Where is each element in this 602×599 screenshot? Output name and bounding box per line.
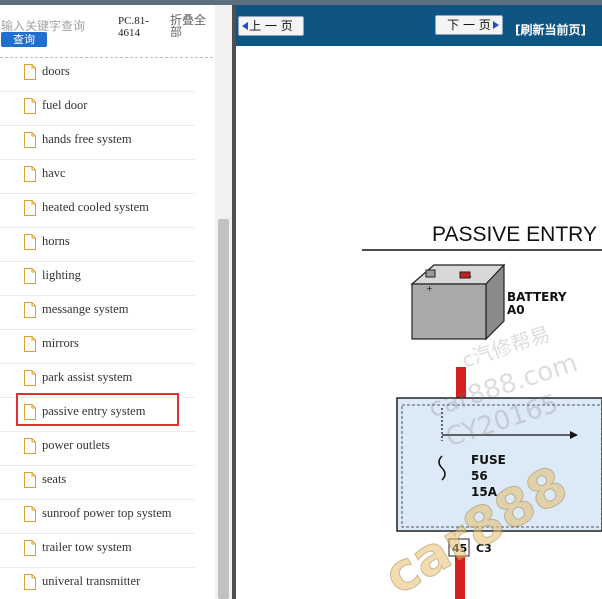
document-icon (24, 540, 36, 556)
document-icon (24, 404, 36, 420)
fuse-label: FUSE (471, 453, 506, 467)
document-icon (24, 506, 36, 522)
battery-id: A0 (507, 303, 525, 317)
prev-page-label: 上 一 页 (249, 19, 293, 33)
next-page-button[interactable]: 下 一 页 (435, 15, 503, 35)
document-icon (24, 98, 36, 114)
tree-item[interactable]: park assist system (0, 364, 195, 398)
connector-pin: 45 (452, 542, 468, 555)
document-icon (24, 268, 36, 284)
tree-item-label: mirrors (42, 336, 79, 350)
tree-item[interactable]: heated cooled system (0, 194, 195, 228)
tree-item[interactable]: horns (0, 228, 195, 262)
tree-item[interactable]: fuel door (0, 92, 195, 126)
tree-item[interactable]: seats (0, 466, 195, 500)
svg-text:-: - (469, 272, 472, 281)
document-icon (24, 438, 36, 454)
document-icon (24, 370, 36, 386)
tree-item-label: seats (42, 472, 67, 486)
document-icon (24, 234, 36, 250)
document-icon (24, 166, 36, 182)
tree-item-label: hands free system (42, 132, 132, 146)
tree-item-label: passive entry system (42, 404, 146, 418)
svg-text:+: + (426, 284, 433, 293)
tree-item[interactable]: messange system (0, 296, 195, 330)
document-tree: doors fuel door hands free system havc heate… (0, 58, 215, 599)
document-code: PC.81-4614 (118, 15, 149, 39)
tree-item-label: lighting (42, 268, 81, 282)
tree-item[interactable]: havc (0, 160, 195, 194)
tree-item-label: univeral transmitter (42, 574, 141, 588)
document-icon (24, 302, 36, 318)
wiring-diagram: + - PASSIVE ENTRY BATTERY A0 FUSE 56 15A… (236, 46, 602, 599)
left-arrow-icon (242, 22, 248, 30)
tree-item[interactable]: trailer tow system (0, 534, 195, 568)
document-icon (24, 574, 36, 590)
tree-item[interactable]: doors (0, 58, 195, 92)
fuse-rating: 15A (471, 485, 497, 499)
wire-segment-lower (455, 556, 465, 599)
search-button[interactable]: 查询 (1, 32, 47, 47)
left-panel: 查询 PC.81-4614 折叠全部 doors fuel door hands f… (0, 5, 232, 599)
tree-item-label: messange system (42, 302, 129, 316)
tree-item-label: doors (42, 64, 70, 78)
tree-item[interactable]: sunroof power top system (0, 500, 195, 534)
refresh-page-link[interactable]: [刷新当前页] (515, 21, 586, 38)
fuse-number: 56 (471, 469, 488, 483)
tree-item-label: heated cooled system (42, 200, 149, 214)
battery-icon: + - (410, 263, 506, 341)
tree-item[interactable]: passive entry system (0, 398, 195, 432)
tree-item-label: power outlets (42, 438, 110, 452)
wire-segment (456, 367, 466, 398)
search-area: 查询 PC.81-4614 折叠全部 (0, 5, 215, 57)
tree-item[interactable]: hands free system (0, 126, 195, 160)
diagram-title: PASSIVE ENTRY (432, 223, 597, 246)
right-panel: 上 一 页 下 一 页 [刷新当前页] + - PASSIVE ENTRY BA… (236, 5, 602, 599)
tree-item-label: sunroof power top system (42, 506, 172, 520)
scrollbar-thumb[interactable] (218, 219, 229, 599)
document-icon (24, 336, 36, 352)
connector-id: C3 (476, 542, 492, 555)
tree-item-label: havc (42, 166, 66, 180)
diagram-canvas: + - (362, 249, 602, 599)
tree-item[interactable]: power outlets (0, 432, 195, 466)
tree-item[interactable]: univeral transmitter (0, 568, 195, 599)
document-icon (24, 64, 36, 80)
next-page-label: 下 一 页 (447, 18, 491, 32)
document-icon (24, 472, 36, 488)
document-icon (24, 200, 36, 216)
page-toolbar: 上 一 页 下 一 页 [刷新当前页] (236, 5, 602, 46)
tree-item[interactable]: lighting (0, 262, 195, 296)
tree-item-label: fuel door (42, 98, 88, 112)
tree-item-label: horns (42, 234, 70, 248)
right-arrow-icon (493, 21, 499, 29)
tree-item-label: trailer tow system (42, 540, 132, 554)
tree-item-label: park assist system (42, 370, 133, 384)
document-icon (24, 132, 36, 148)
tree-item[interactable]: mirrors (0, 330, 195, 364)
prev-page-button[interactable]: 上 一 页 (238, 16, 304, 36)
collapse-all-link[interactable]: 折叠全部 (170, 14, 210, 38)
